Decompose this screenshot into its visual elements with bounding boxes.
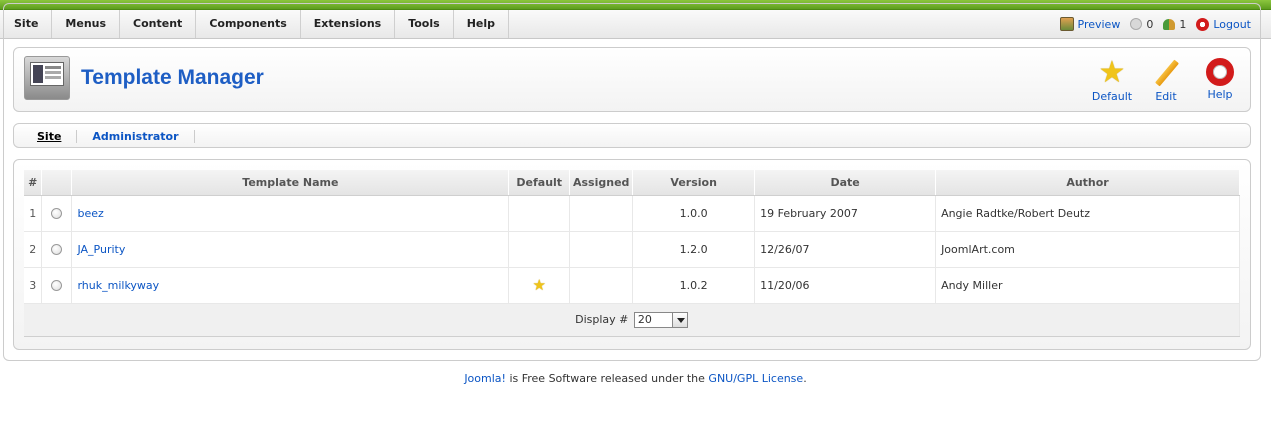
- display-label: Display #: [575, 312, 629, 326]
- row-number: 3: [24, 267, 43, 304]
- table-header-row: # Template Name Default Assigned Version…: [24, 170, 1240, 196]
- template-name-cell: rhuk_milkyway: [71, 267, 510, 304]
- author-cell: JoomlArt.com: [935, 231, 1240, 268]
- radio-button[interactable]: [51, 208, 63, 219]
- default-star-icon: ★: [532, 276, 546, 294]
- assigned-cell: [569, 267, 634, 304]
- chevron-down-icon[interactable]: [671, 312, 687, 327]
- row-select[interactable]: [41, 267, 73, 304]
- col-num: #: [24, 170, 43, 196]
- col-assigned: Assigned: [569, 170, 634, 196]
- template-manager-icon: [24, 56, 70, 100]
- col-default: Default: [508, 170, 571, 196]
- assigned-cell: [569, 231, 634, 268]
- version-cell: 1.0.2: [632, 267, 756, 304]
- row-select[interactable]: [41, 231, 73, 268]
- footer-end: .: [803, 372, 807, 385]
- col-date: Date: [754, 170, 937, 196]
- pagination-cell: Display # 20: [24, 302, 1240, 337]
- star-icon: ★: [1098, 55, 1126, 90]
- toolbar: ★ Default Edit Help: [1088, 58, 1244, 103]
- version-cell: 1.0.0: [632, 195, 756, 232]
- default-cell: ★: [508, 267, 571, 304]
- radio-button[interactable]: [51, 244, 63, 255]
- edit-label: Edit: [1155, 90, 1177, 103]
- license-link[interactable]: GNU/GPL License: [708, 372, 803, 385]
- table-row: 1 beez 1.0.0 19 February 2007 Angie Radt…: [24, 195, 1240, 232]
- submenu-tabs: Site Administrator: [28, 124, 195, 148]
- help-label: Help: [1207, 88, 1233, 101]
- default-button[interactable]: ★ Default: [1088, 55, 1136, 104]
- date-cell: 11/20/06: [754, 267, 937, 304]
- radio-button[interactable]: [51, 280, 63, 291]
- table-row: 2 JA_Purity 1.2.0 12/26/07 JoomlArt.com: [24, 231, 1240, 268]
- date-cell: 19 February 2007: [754, 195, 937, 232]
- row-select[interactable]: [41, 195, 73, 232]
- template-link[interactable]: rhuk_milkyway: [77, 279, 159, 292]
- templates-table: # Template Name Default Assigned Version…: [24, 170, 1240, 337]
- footer-text: is Free Software released under the: [505, 372, 709, 385]
- header-panel: Template Manager ★ Default Edit Help: [13, 47, 1251, 112]
- template-name-cell: beez: [71, 195, 510, 232]
- template-link[interactable]: JA_Purity: [77, 243, 125, 256]
- display-limit-select[interactable]: 20: [633, 311, 688, 328]
- assigned-cell: [569, 195, 634, 232]
- col-select: [41, 170, 73, 196]
- template-name-cell: JA_Purity: [71, 231, 510, 268]
- default-cell: [508, 231, 571, 268]
- default-cell: [508, 195, 571, 232]
- date-cell: 12/26/07: [754, 231, 937, 268]
- pagination-row: Display # 20: [24, 302, 1240, 337]
- tab-site[interactable]: Site: [28, 129, 78, 143]
- edit-button[interactable]: Edit: [1142, 58, 1190, 103]
- author-cell: Andy Miller: [935, 267, 1240, 304]
- default-label: Default: [1091, 90, 1133, 103]
- joomla-link[interactable]: Joomla!: [464, 372, 506, 385]
- help-button[interactable]: Help: [1196, 58, 1244, 103]
- lifebuoy-icon: [1206, 58, 1234, 86]
- display-limit-value: 20: [637, 313, 652, 326]
- footer: Joomla! is Free Software released under …: [0, 372, 1271, 385]
- submenu-panel: Site Administrator: [13, 123, 1251, 148]
- col-template-name[interactable]: Template Name: [71, 170, 510, 196]
- tab-administrator[interactable]: Administrator: [77, 129, 195, 143]
- col-version: Version: [632, 170, 756, 196]
- author-cell: Angie Radtke/Robert Deutz: [935, 195, 1240, 232]
- col-author: Author: [935, 170, 1240, 196]
- row-number: 2: [24, 231, 43, 268]
- pencil-icon: [1151, 58, 1181, 88]
- page-title: Template Manager: [81, 66, 264, 89]
- template-link[interactable]: beez: [77, 207, 103, 220]
- version-cell: 1.2.0: [632, 231, 756, 268]
- table-row: 3 rhuk_milkyway ★ 1.0.2 11/20/06 Andy Mi…: [24, 267, 1240, 304]
- row-number: 1: [24, 195, 43, 232]
